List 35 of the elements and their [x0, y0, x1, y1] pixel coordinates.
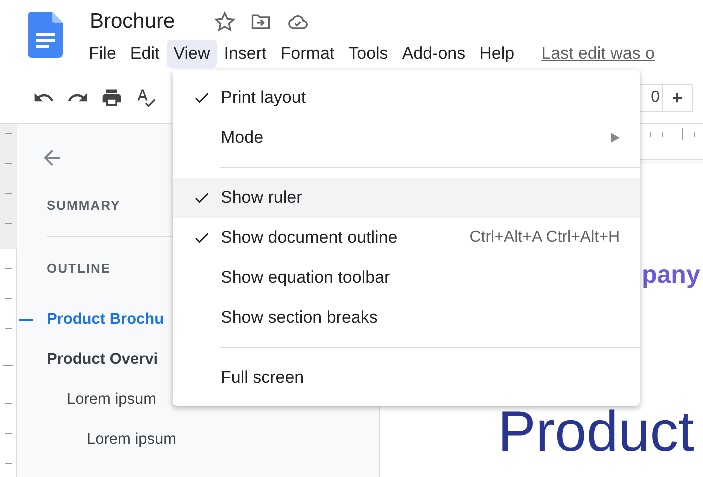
outline-heading: OUTLINE — [47, 260, 112, 278]
zoom-in-button[interactable]: + — [663, 84, 693, 112]
menu-label: Show document outline — [221, 227, 398, 250]
menu-item[interactable]: Edit — [123, 40, 167, 68]
menu-label: Show ruler — [221, 187, 302, 210]
outline-item[interactable]: Lorem ipsum — [87, 430, 177, 450]
docs-logo[interactable] — [28, 12, 63, 58]
menu-option[interactable]: Show document outline Ctrl+Alt+A Ctrl+Alt+H — [173, 218, 640, 258]
company-heading: pany — [642, 260, 700, 291]
menu-label: Full screen — [221, 367, 304, 390]
outline-item[interactable]: Product Overvi — [47, 350, 158, 370]
menu-label: Show equation toolbar — [221, 267, 390, 290]
outline-item[interactable]: Product Brochu — [47, 310, 164, 330]
menu-label: Print layout — [221, 87, 306, 110]
menu-option[interactable]: Show equation toolbar — [173, 258, 640, 298]
menu-label: Show section breaks — [221, 307, 378, 330]
last-edit-link[interactable]: Last edit was o — [542, 41, 656, 67]
menu-item[interactable]: File — [82, 40, 124, 68]
outline-item[interactable]: Lorem ipsum — [67, 390, 157, 410]
menu-item[interactable]: Add-ons — [395, 40, 473, 68]
menu-item[interactable]: Help — [472, 40, 522, 68]
menu-option[interactable]: Full screen — [173, 358, 640, 398]
menu-option[interactable]: Show section breaks — [173, 298, 640, 338]
document-title[interactable]: Brochure — [90, 9, 176, 35]
menu-item[interactable]: Format — [274, 40, 342, 68]
document-heading: Product — [498, 400, 694, 464]
menu-option[interactable]: Show ruler — [173, 178, 640, 218]
shortcut-hint: Ctrl+Alt+A Ctrl+Alt+H — [470, 228, 620, 248]
summary-heading: SUMMARY — [47, 197, 121, 215]
menu-item[interactable]: Insert — [217, 40, 274, 68]
star-icon[interactable] — [214, 11, 236, 33]
menu-label: Mode — [221, 127, 264, 150]
menu-item[interactable]: View — [166, 40, 218, 68]
menu-item[interactable]: Tools — [342, 40, 396, 68]
menu-option[interactable]: Mode — [173, 118, 640, 158]
